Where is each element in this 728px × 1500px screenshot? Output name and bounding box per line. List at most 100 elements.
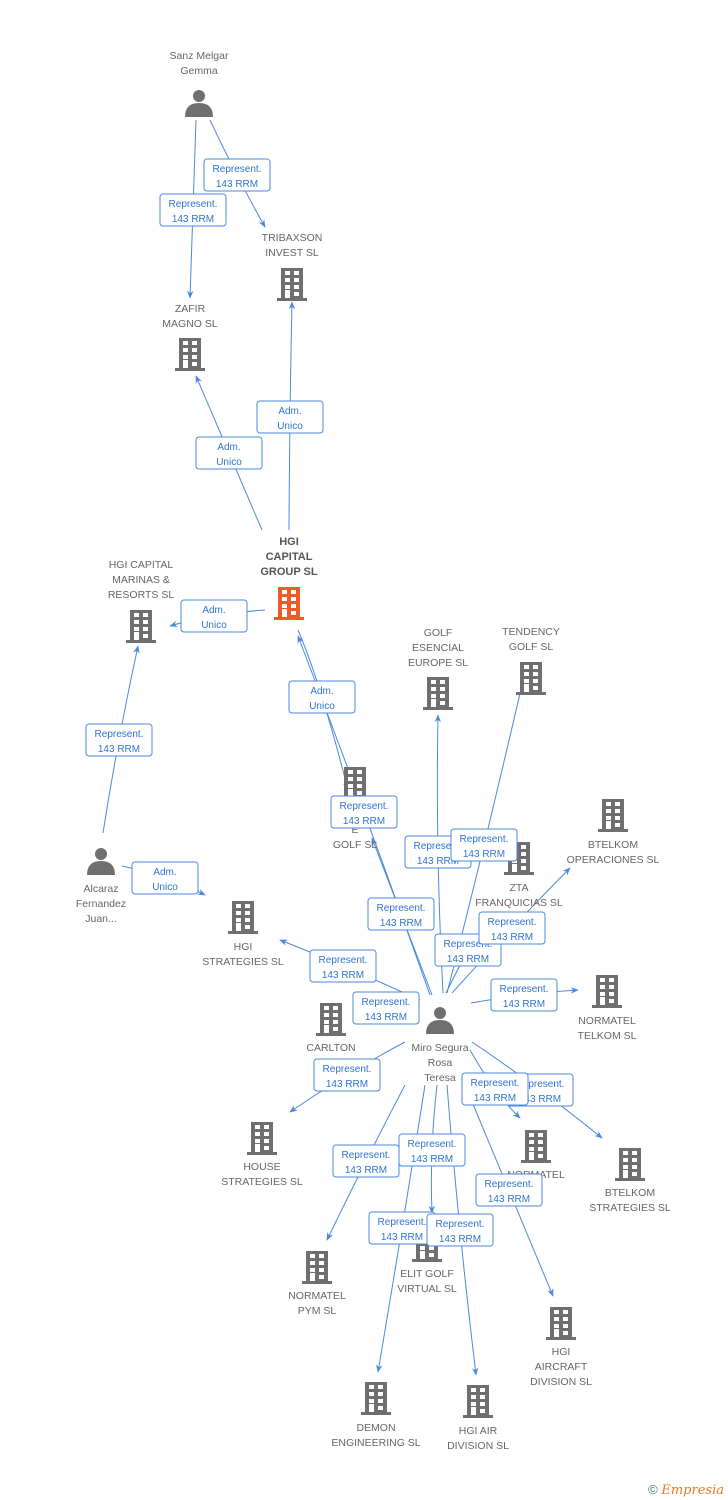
edge-label-text: 143 RRM <box>98 744 140 755</box>
node-label: GOLF <box>424 627 453 639</box>
edge-label-text: 143 RRM <box>172 214 214 225</box>
node-label: NORMATEL <box>288 1290 346 1302</box>
node-btelkomstrat[interactable]: BTELKOM STRATEGIES SL <box>589 1148 671 1214</box>
edge-label-text: 143 RRM <box>322 970 364 981</box>
node-label: GOLF SL <box>333 839 378 851</box>
edge-label-text: 143 RRM <box>365 1012 407 1023</box>
node-label: ZAFIR <box>175 303 206 315</box>
node-label: Gemma <box>180 65 218 77</box>
edge-label[interactable]: Represent. 143 RRM <box>475 1173 543 1207</box>
node-label: DEMON <box>356 1422 395 1434</box>
node-golfesencial[interactable]: GOLF ESENCIAL EUROPE SL <box>408 627 468 710</box>
node-aircraft[interactable]: HGI AIRCRAFT DIVISION SL <box>530 1307 592 1388</box>
edge-label-text: Adm. <box>153 867 176 878</box>
node-normateltelkom[interactable]: NORMATEL TELKOM SL <box>578 975 637 1042</box>
edge-label[interactable]: Adm. Unico <box>288 680 356 714</box>
edge-label[interactable]: Represent. 143 RRM <box>398 1133 466 1167</box>
building-icon <box>340 767 370 800</box>
building-icon <box>126 610 156 643</box>
edge-label[interactable]: Represent. 143 RRM <box>450 828 518 862</box>
node-label: FRANQUICIAS SL <box>475 897 563 909</box>
edge-label[interactable]: Represent. 143 RRM <box>478 911 546 945</box>
node-miro[interactable]: Miro Segura Rosa Teresa <box>411 1007 469 1084</box>
node-label: GOLF SL <box>509 641 554 653</box>
edge-label-text: Represent. <box>488 917 537 928</box>
edge-label-text: 143 RRM <box>491 932 533 943</box>
building-icon <box>516 662 546 695</box>
node-label: TELKOM SL <box>578 1030 637 1042</box>
building-icon <box>302 1251 332 1284</box>
edge-label-text: Represent. <box>436 1219 485 1230</box>
edge-label-text: Adm. <box>310 686 333 697</box>
edge-label-text: 143 RRM <box>326 1079 368 1090</box>
node-tribaxson[interactable]: TRIBAXSON INVEST SL <box>262 232 323 301</box>
node-label: CAPITAL <box>266 551 313 563</box>
node-zafir[interactable]: ZAFIR MAGNO SL <box>162 303 218 371</box>
edge-label[interactable]: Adm. Unico <box>131 861 199 895</box>
node-btelkomop[interactable]: BTELKOM OPERACIONES SL <box>567 799 660 866</box>
edge-label[interactable]: Represent. 143 RRM <box>330 795 398 829</box>
edge-label[interactable]: Represent. 143 RRM <box>368 1211 436 1245</box>
node-label: Juan... <box>85 913 117 925</box>
node-label: EUROPE SL <box>408 657 468 669</box>
building-icon <box>361 1382 391 1415</box>
edge-label[interactable]: Represent. 143 RRM <box>367 897 435 931</box>
node-label: HGI CAPITAL <box>109 559 174 571</box>
edge-label[interactable]: Represent. 143 RRM <box>352 991 420 1025</box>
node-label: DIVISION SL <box>447 1440 509 1452</box>
person-icon <box>185 90 213 117</box>
edge-label[interactable]: Represent. 143 RRM <box>461 1072 529 1106</box>
node-label: Fernandez <box>76 898 126 910</box>
edge-label-text: 143 RRM <box>463 849 505 860</box>
edge-label[interactable]: Adm. Unico <box>195 436 263 470</box>
edge-label-text: 143 RRM <box>474 1093 516 1104</box>
node-tendency[interactable]: TENDENCY GOLF SL <box>502 626 560 695</box>
node-label: BTELKOM <box>605 1187 655 1199</box>
edge-label-text: 143 RRM <box>343 816 385 827</box>
edge-label-text: Represent. <box>213 164 262 175</box>
node-hgiair[interactable]: HGI AIR DIVISION SL <box>447 1385 509 1452</box>
node-label: MAGNO SL <box>162 318 218 330</box>
edge-label[interactable]: Represent. 143 RRM <box>309 949 377 983</box>
edge-label-text: 143 RRM <box>380 918 422 929</box>
edge-label[interactable]: Represent. 143 RRM <box>426 1213 494 1247</box>
edge-label[interactable]: Adm. Unico <box>256 400 324 434</box>
edge-label-text: Represent. <box>342 1150 391 1161</box>
node-demon[interactable]: DEMON ENGINEERING SL <box>331 1382 421 1449</box>
edge-label-text: Represent. <box>340 801 389 812</box>
node-hgistrat[interactable]: HGI STRATEGIES SL <box>202 901 284 968</box>
node-label: RESORTS SL <box>108 589 174 601</box>
node-alcaraz[interactable]: Alcaraz Fernandez Juan... <box>76 848 126 925</box>
node-house[interactable]: HOUSE STRATEGIES SL <box>221 1122 303 1188</box>
edge-label[interactable]: Represent. 143 RRM <box>85 723 153 757</box>
edge-label-text: 143 RRM <box>381 1232 423 1243</box>
edge-label-text: Represent. <box>362 997 411 1008</box>
building-icon <box>463 1385 493 1418</box>
node-normatelpym[interactable]: NORMATEL PYM SL <box>288 1251 346 1317</box>
node-label: AIRCRAFT <box>535 1361 588 1373</box>
node-marinas[interactable]: HGI CAPITAL MARINAS & RESORTS SL <box>108 559 174 643</box>
building-icon <box>316 1003 346 1036</box>
edge-label[interactable]: Represent. 143 RRM <box>332 1144 400 1178</box>
brand-logo: Empresia <box>661 1483 724 1498</box>
node-sanz[interactable]: Sanz Melgar Gemma <box>170 50 229 117</box>
edge-label-text: 143 RRM <box>411 1154 453 1165</box>
edge-label[interactable]: Represent. 143 RRM <box>313 1058 381 1092</box>
edge-label[interactable]: Adm. Unico <box>180 599 248 633</box>
edge-label[interactable]: Represent. 143 RRM <box>490 978 558 1012</box>
node-label: ESENCIAL <box>412 642 464 654</box>
edge-label-text: Represent. <box>95 729 144 740</box>
edge-label-text: Represent. <box>323 1064 372 1075</box>
edge-label-text: Represent. <box>408 1139 457 1150</box>
person-icon <box>426 1007 454 1034</box>
edge-label-text: Unico <box>309 701 335 712</box>
edge-label[interactable]: Represent. 143 RRM <box>159 193 227 227</box>
edge-label-text: 143 RRM <box>439 1234 481 1245</box>
node-hgi[interactable]: HGI CAPITAL GROUP SL <box>260 536 318 620</box>
node-label: Teresa <box>424 1072 456 1084</box>
building-icon <box>598 799 628 832</box>
edge-label[interactable]: Represent. 143 RRM <box>203 158 271 192</box>
node-label: ZTA <box>509 882 528 894</box>
node-label: DIVISION SL <box>530 1376 592 1388</box>
edge-label-text: Adm. <box>217 442 240 453</box>
